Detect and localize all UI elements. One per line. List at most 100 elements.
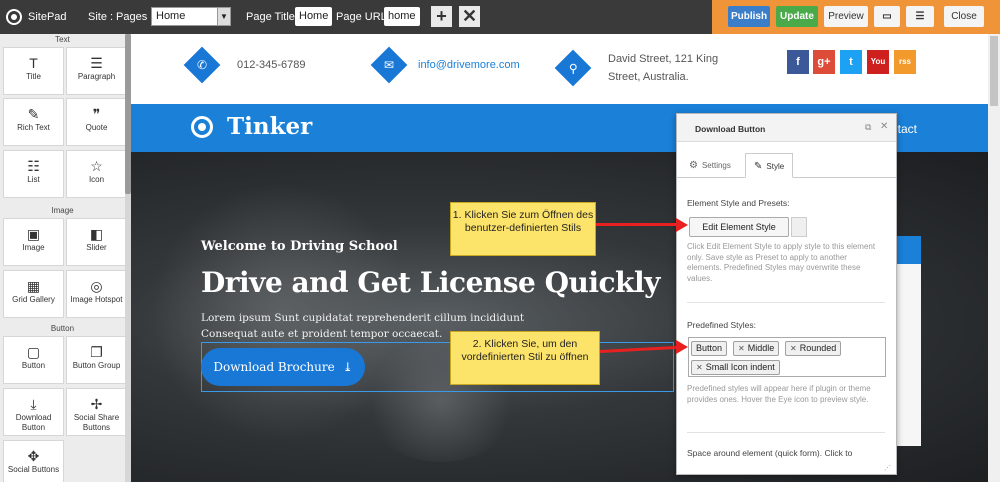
remove-tag-icon[interactable]: ✕ bbox=[738, 344, 745, 353]
panel-title: Download Button bbox=[695, 124, 766, 134]
element-style-help: Click Edit Element Style to apply style … bbox=[687, 242, 876, 283]
tab-style[interactable]: ✎ Style bbox=[745, 153, 794, 178]
widget-button[interactable]: ▢ Button bbox=[3, 336, 64, 384]
section-button: Button bbox=[50, 324, 75, 333]
download-brochure-button[interactable]: Download Brochure ⤓ bbox=[201, 348, 365, 386]
contact-address: ⚲ David Street, 121 King Street, Austral… bbox=[554, 49, 719, 87]
tab-settings-label: Settings bbox=[701, 161, 731, 170]
contact-phone: ✆ 012-345-6789 bbox=[183, 46, 306, 84]
widget-label: Download Button bbox=[15, 413, 52, 432]
close-icon[interactable]: ✕ bbox=[880, 121, 888, 132]
image-hotspot-icon: ◎ bbox=[90, 278, 103, 294]
delete-page-button[interactable]: ✕ bbox=[459, 6, 480, 27]
brand-name: SitePad bbox=[28, 11, 67, 23]
widget-label: Title bbox=[26, 72, 41, 81]
widget-label: Quote bbox=[85, 123, 108, 132]
paragraph-icon: ☰ bbox=[90, 55, 103, 71]
twitter-icon[interactable]: t bbox=[840, 50, 862, 74]
style-tag[interactable]: ✕ Middle bbox=[733, 341, 780, 356]
social-buttons-icon: ✥ bbox=[27, 448, 40, 464]
site-brand[interactable]: Tinker bbox=[227, 113, 312, 140]
download-icon: ⤓ bbox=[342, 360, 353, 374]
sitepad-logo-icon bbox=[6, 9, 22, 25]
widget-settings-panel: Download Button ⧉ ✕ ⚙ Settings ✎ Style Ele… bbox=[676, 113, 897, 475]
widget-social-share-buttons[interactable]: ✢ Social Share Buttons bbox=[66, 388, 127, 436]
preview-button[interactable]: Preview bbox=[824, 6, 868, 27]
email-badge: ✉ bbox=[370, 46, 408, 84]
canvas-scrollbar[interactable] bbox=[988, 34, 1000, 482]
social-share-icon: ✢ bbox=[90, 396, 103, 412]
rss-icon[interactable]: rss bbox=[894, 50, 916, 74]
widget-button-group[interactable]: ❐ Button Group bbox=[66, 336, 127, 384]
widget-icon[interactable]: ☆ Icon bbox=[66, 150, 127, 198]
remove-tag-icon[interactable]: ✕ bbox=[790, 344, 797, 353]
publish-button[interactable]: Publish bbox=[728, 6, 770, 27]
phone-badge: ✆ bbox=[183, 46, 221, 84]
tab-settings[interactable]: ⚙ Settings bbox=[681, 153, 739, 178]
edit-element-style-button[interactable]: Edit Element Style bbox=[689, 217, 789, 237]
address-line-1: David Street, 121 King bbox=[608, 53, 719, 65]
callout-1-arrow bbox=[596, 223, 676, 226]
plus-icon: + bbox=[436, 6, 447, 26]
widget-quote[interactable]: ❞ Quote bbox=[66, 98, 127, 146]
popout-icon[interactable]: ⧉ bbox=[865, 122, 871, 133]
panel-tabs: ⚙ Settings ✎ Style bbox=[677, 142, 896, 178]
widget-image-hotspot[interactable]: ◎ Image Hotspot bbox=[66, 270, 127, 318]
style-tag[interactable]: ✕ Rounded bbox=[785, 341, 842, 356]
button-icon: ▢ bbox=[26, 344, 41, 360]
pages-select[interactable]: Home ▼ bbox=[151, 7, 231, 26]
phone-icon: ✆ bbox=[196, 58, 208, 72]
brush-icon: ✎ bbox=[754, 161, 763, 172]
widget-label: Social Share Buttons bbox=[73, 413, 120, 432]
add-page-button[interactable]: + bbox=[431, 6, 452, 27]
close-button[interactable]: Close bbox=[944, 6, 984, 27]
gear-icon: ⚙ bbox=[689, 160, 698, 171]
canvas-scroll-thumb[interactable] bbox=[990, 36, 998, 106]
download-button-icon: ⤓ bbox=[30, 396, 37, 412]
widget-label: Slider bbox=[86, 243, 107, 252]
style-tag[interactable]: Button bbox=[691, 341, 728, 356]
phone-text: 012-345-6789 bbox=[237, 59, 306, 71]
panel-titlebar[interactable]: Download Button ⧉ ✕ bbox=[677, 114, 896, 142]
widget-label: Image bbox=[22, 243, 45, 252]
star-icon: ☆ bbox=[90, 158, 103, 174]
update-button[interactable]: Update bbox=[776, 6, 818, 27]
email-link[interactable]: info@drivemore.com bbox=[418, 59, 520, 71]
widget-title[interactable]: T Title bbox=[3, 47, 64, 95]
widget-grid-gallery[interactable]: ▦ Grid Gallery bbox=[3, 270, 64, 318]
widget-paragraph[interactable]: ☰ Paragraph bbox=[66, 47, 127, 95]
envelope-icon: ✉ bbox=[383, 58, 395, 72]
google-plus-icon[interactable]: g+ bbox=[813, 50, 835, 74]
style-tag-label: Middle bbox=[747, 343, 775, 353]
widget-social-buttons[interactable]: ✥ Social Buttons bbox=[3, 440, 64, 482]
facebook-icon[interactable]: f bbox=[787, 50, 809, 74]
style-tag[interactable]: ✕ Small Icon indent bbox=[691, 360, 780, 375]
space-around-heading: Space around element (quick form). Click… bbox=[687, 448, 853, 458]
predefined-styles-field[interactable]: Button ✕ Middle ✕ Rounded ✕ Small Icon inde… bbox=[688, 337, 886, 377]
menu-button[interactable]: ☰ bbox=[906, 6, 934, 27]
widget-label: Image Hotspot bbox=[70, 295, 123, 304]
remove-tag-icon[interactable]: ✕ bbox=[696, 363, 703, 372]
site-label: Site : bbox=[88, 11, 114, 23]
resize-grip-icon[interactable]: ⋰ bbox=[884, 464, 891, 472]
widget-download-button[interactable]: ⤓ Download Button bbox=[3, 388, 64, 436]
download-brochure-label: Download Brochure bbox=[213, 360, 335, 374]
list-icon: ☷ bbox=[27, 158, 40, 174]
preset-eye-button[interactable] bbox=[791, 217, 807, 237]
page-title-field[interactable]: Home bbox=[295, 7, 333, 26]
button-group-icon: ❐ bbox=[90, 344, 103, 360]
youtube-icon[interactable]: You bbox=[867, 50, 889, 74]
address-line-2: Street, Australia. bbox=[608, 71, 689, 83]
widget-slider[interactable]: ◧ Slider bbox=[66, 218, 127, 266]
widget-list[interactable]: ☷ List bbox=[3, 150, 64, 198]
desktop-view-button[interactable]: ▭ bbox=[874, 6, 900, 27]
page-url-field[interactable]: home bbox=[384, 7, 420, 26]
widget-sidebar: Text Image Button T Title ☰ Paragraph ✎ Ric… bbox=[0, 34, 131, 482]
close-icon: ✕ bbox=[461, 6, 478, 26]
location-badge: ⚲ bbox=[554, 49, 592, 87]
pages-select-value: Home bbox=[156, 10, 186, 22]
widget-label: Button bbox=[21, 361, 46, 370]
widget-image[interactable]: ▣ Image bbox=[3, 218, 64, 266]
page-url-label: Page URL: bbox=[336, 11, 390, 23]
widget-rich-text[interactable]: ✎ Rich Text bbox=[3, 98, 64, 146]
